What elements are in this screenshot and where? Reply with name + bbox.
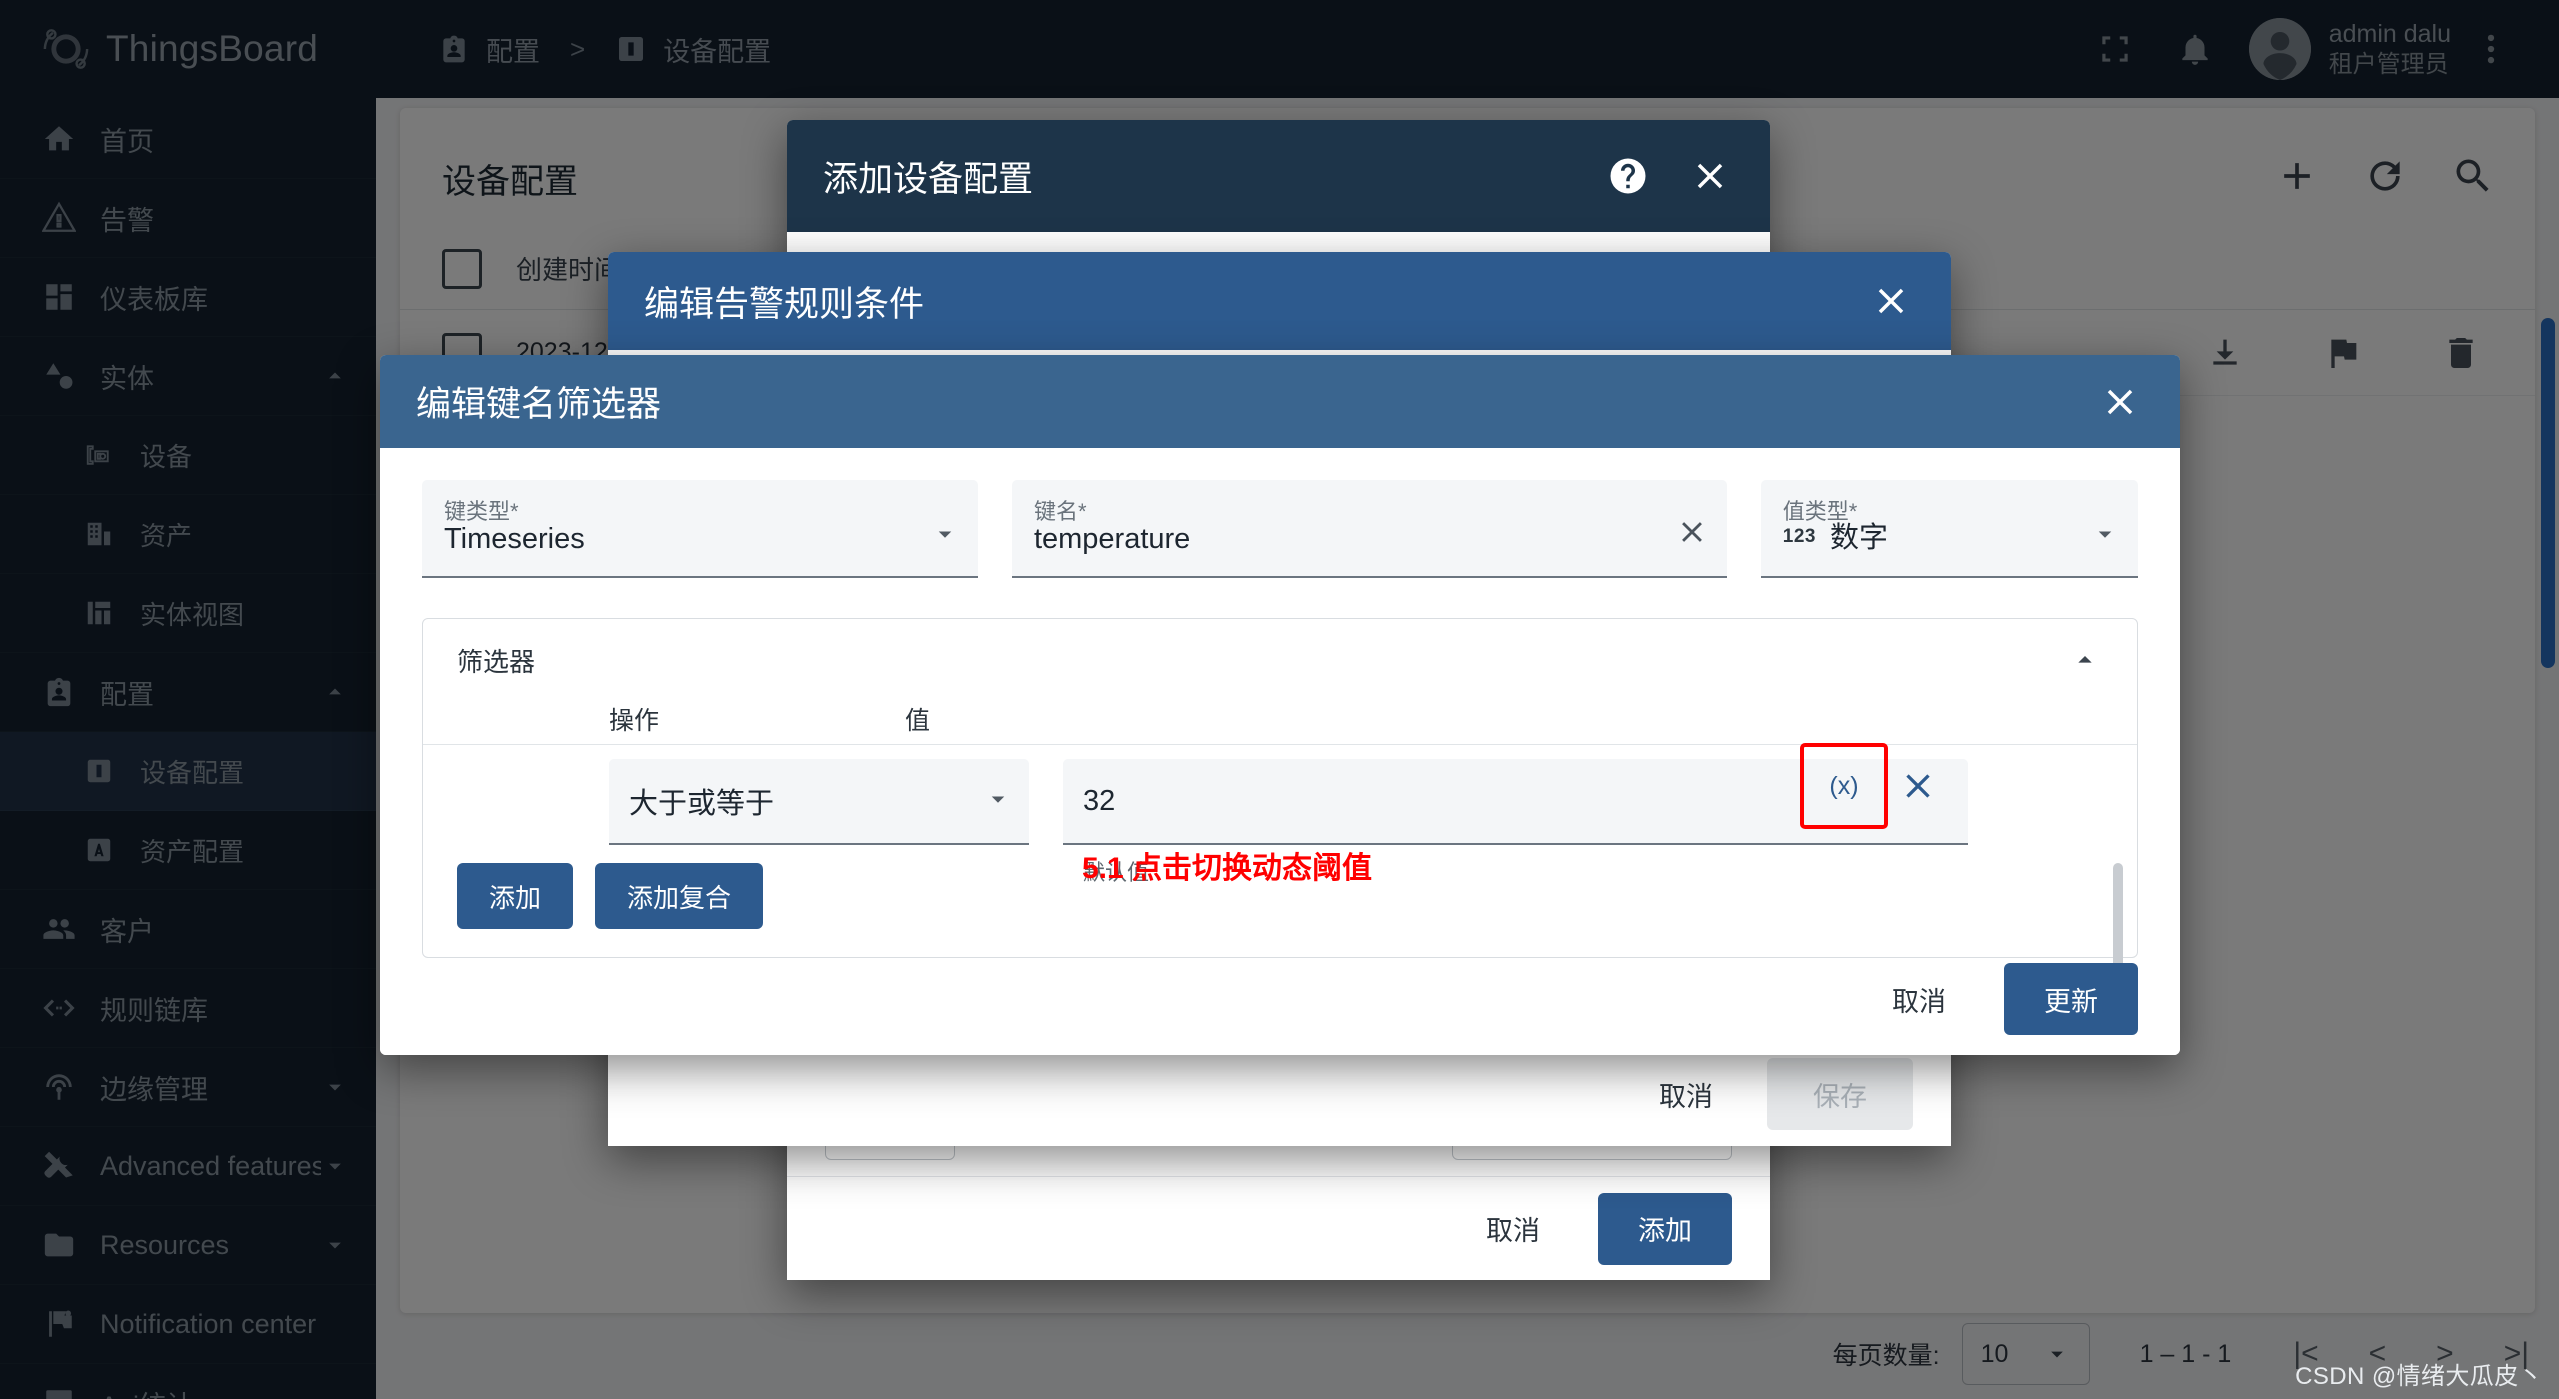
- dialog-header-actions: [2096, 378, 2144, 426]
- save-button: 保存: [1767, 1058, 1913, 1130]
- operation-select[interactable]: 大于或等于: [609, 759, 1029, 845]
- clear-key-name-icon[interactable]: [1675, 515, 1709, 554]
- key-type-value: Timeseries: [444, 523, 585, 555]
- dialog-title: 编辑告警规则条件: [644, 284, 925, 324]
- toggle-dynamic-threshold-button[interactable]: (x): [1815, 757, 1873, 815]
- chevron-up-icon[interactable]: [2067, 642, 2103, 678]
- add-filter-button[interactable]: 添加: [457, 863, 574, 929]
- key-name-value: temperature: [1033, 523, 1191, 555]
- filter-column-labels: 操作 值: [423, 701, 2137, 745]
- filter-panel-title: 筛选器: [457, 646, 536, 677]
- dialog-header: 编辑告警规则条件: [608, 252, 1951, 350]
- dialog-edit-key-filter: 编辑键名筛选器 键类型* Timeseries 键名* temperature …: [380, 355, 2180, 1055]
- key-name-input[interactable]: 键名* temperature: [1011, 480, 1727, 578]
- filter-panel-header: 筛选器: [423, 619, 2137, 701]
- filter-panel: 筛选器 操作 值 大于或等于 32 默认值 (x) 添加 添加复合: [422, 618, 2138, 1015]
- column-label-value: 值: [905, 707, 931, 735]
- chevron-down-icon[interactable]: [930, 519, 960, 554]
- value-input-value: 32: [1083, 784, 1116, 817]
- cancel-button[interactable]: 取消: [1868, 965, 1970, 1033]
- update-button[interactable]: 更新: [2004, 963, 2138, 1035]
- dialog-footer: 取消 更新: [380, 943, 2180, 1055]
- key-name-label: 键名*: [1033, 499, 1087, 524]
- close-icon[interactable]: [2096, 378, 2144, 426]
- key-type-select[interactable]: 键类型* Timeseries: [422, 480, 978, 578]
- dialog-header: 编辑键名筛选器: [380, 355, 2180, 448]
- dialog-header-actions: [1867, 277, 1915, 325]
- operation-value: 大于或等于: [629, 788, 775, 820]
- chevron-down-icon[interactable]: [2090, 519, 2120, 554]
- cancel-button[interactable]: 取消: [1462, 1195, 1564, 1263]
- dialog-title: 添加设备配置: [823, 159, 1034, 199]
- add-button[interactable]: 添加: [1598, 1192, 1732, 1265]
- dialog-body: 键类型* Timeseries 键名* temperature 值类型* 123…: [380, 448, 2180, 1055]
- remove-filter-icon[interactable]: [1891, 759, 1945, 813]
- watermark: CSDN @情绪大瓜皮丶: [2295, 1363, 2543, 1390]
- value-type-label: 值类型*: [1782, 499, 1858, 524]
- key-type-label: 键类型*: [444, 499, 519, 524]
- dialog-header-actions: [1604, 152, 1734, 200]
- annotation-text: 5.1 点击切换动态阈值: [1082, 852, 1373, 885]
- dialog-header: 添加设备配置: [787, 120, 1770, 232]
- close-icon[interactable]: [1686, 152, 1734, 200]
- dialog-footer: 取消 添加: [787, 1176, 1770, 1280]
- help-circle-icon[interactable]: [1604, 152, 1652, 200]
- key-fields-row: 键类型* Timeseries 键名* temperature 值类型* 123…: [380, 448, 2180, 578]
- dialog-title: 编辑键名筛选器: [416, 385, 662, 424]
- number-type-icon: 123: [1782, 526, 1816, 547]
- column-label-operation: 操作: [609, 707, 660, 735]
- chevron-down-icon[interactable]: [983, 784, 1013, 819]
- dialog-footer: 取消 保存: [608, 1042, 1951, 1146]
- value-type-select[interactable]: 值类型* 123 数字: [1760, 480, 2138, 578]
- close-icon[interactable]: [1867, 277, 1915, 325]
- add-complex-filter-button[interactable]: 添加复合: [595, 863, 764, 929]
- cancel-button[interactable]: 取消: [1635, 1060, 1737, 1128]
- filter-panel-buttons: 添加 添加复合: [457, 863, 764, 929]
